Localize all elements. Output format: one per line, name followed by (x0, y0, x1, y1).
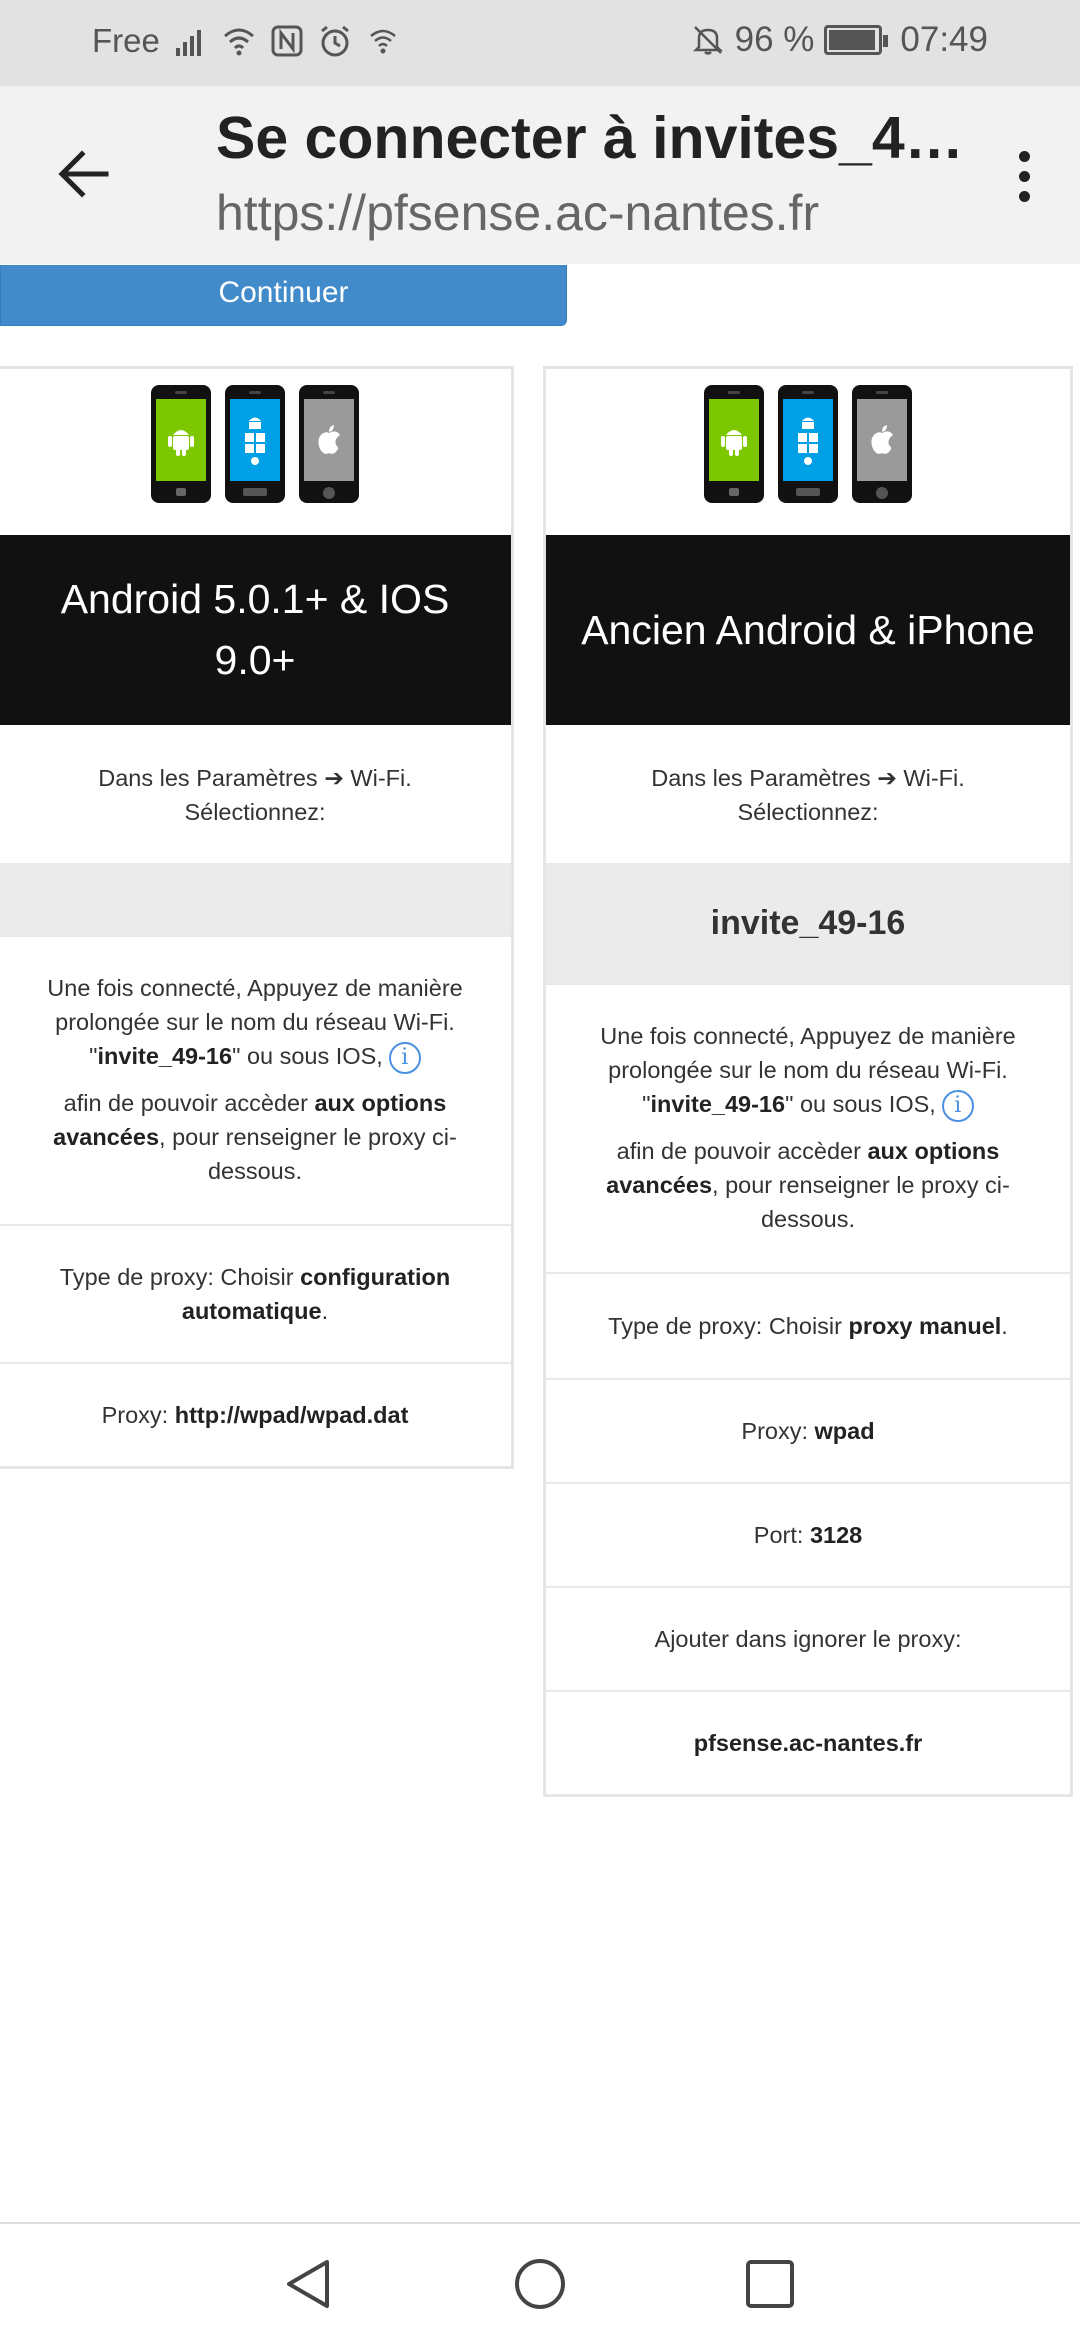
info-text: Une fois connecté, Appuyez de manière pr… (47, 975, 463, 1035)
ignore-value: pfsense.ac-nantes.fr (693, 1729, 923, 1756)
instructions-line2: Sélectionnez: (184, 799, 326, 825)
windows-phone-icon (778, 385, 838, 503)
network-name: invite_49-16 (546, 863, 1070, 983)
proxy-value: http://wpad/wpad.dat (174, 1401, 409, 1428)
instructions-line2: Sélectionnez: (737, 799, 879, 825)
device-icons (0, 369, 511, 535)
dot-icon (1018, 190, 1030, 202)
info-icon[interactable]: i (388, 1041, 421, 1074)
browser-toolbar: Se connecter à invites_4… https://pfsens… (0, 86, 1080, 264)
status-bar-left: Free (92, 22, 400, 60)
instructions-line1: Dans les Paramètres ➔ Wi-Fi. (651, 765, 965, 791)
port-label: Port: (753, 1521, 804, 1548)
card-title: Android 5.0.1+ & IOS 9.0+ (0, 535, 511, 725)
wifi-icon (222, 24, 256, 58)
proxy-type-end: . (321, 1297, 329, 1324)
proxy-label: Proxy: (741, 1417, 808, 1444)
status-bar: Free 96 % 07:49 (0, 0, 1080, 86)
continue-button[interactable]: Continuer (0, 265, 567, 326)
triangle-back-icon (287, 2260, 329, 2308)
carrier-label: Free (92, 22, 160, 59)
proxy-ignore: Ajouter dans ignorer le proxy: (546, 1585, 1070, 1690)
proxy-type: Type de proxy: Choisir configuration aut… (0, 1223, 511, 1362)
proxy-type-value: proxy manuel (848, 1312, 1002, 1339)
windows-phone-icon (225, 385, 285, 503)
proxy-value: wpad (814, 1417, 875, 1444)
back-button[interactable] (48, 138, 120, 210)
bell-off-icon (691, 23, 725, 57)
proxy-address: Proxy: wpad (546, 1377, 1070, 1482)
proxy-type-end: . (1001, 1312, 1008, 1339)
proxy-type-label: Type de proxy: Choisir (59, 1263, 301, 1290)
battery-percent: 96 % (734, 20, 815, 59)
alarm-icon (318, 24, 352, 58)
android-phone-icon (704, 385, 764, 503)
info-text-2-end: , pour renseigner le proxy ci-dessous. (159, 1123, 457, 1184)
card-title: Ancien Android & iPhone (546, 535, 1070, 725)
overflow-menu-button[interactable] (994, 136, 1054, 216)
android-phone-icon (151, 385, 211, 503)
wifi-instructions: Dans les Paramètres ➔ Wi-Fi. Sélectionne… (546, 725, 1070, 863)
card-legacy-devices: Ancien Android & iPhone Dans les Paramèt… (543, 366, 1073, 1797)
signal-icon (174, 24, 208, 58)
quote: " (89, 1043, 98, 1069)
nfc-icon (270, 24, 304, 58)
info-text-2: afin de pouvoir accèder (63, 1089, 315, 1116)
info-text-2-end: , pour renseigner le proxy ci-dessous. (712, 1171, 1010, 1232)
info-text-ios: " ou sous IOS, (785, 1091, 936, 1117)
clock: 07:49 (900, 20, 988, 59)
card-modern-devices: Android 5.0.1+ & IOS 9.0+ Dans les Param… (0, 366, 514, 1469)
dot-icon (1018, 170, 1030, 182)
dot-icon (1018, 150, 1030, 162)
proxy-port: Port: 3128 (546, 1481, 1070, 1586)
apple-phone-icon (852, 385, 912, 503)
status-bar-right: 96 % 07:49 (691, 20, 988, 60)
port-value: 3128 (809, 1521, 863, 1548)
battery-icon (824, 25, 889, 55)
ignore-label: Ajouter dans ignorer le proxy: (654, 1625, 962, 1652)
connection-info: Une fois connecté, Appuyez de manière pr… (0, 935, 511, 1224)
circle-home-icon (515, 2259, 565, 2309)
network-ref: invite_49-16 (650, 1091, 786, 1117)
proxy-label: Proxy: (101, 1401, 169, 1428)
proxy-address: Proxy: http://wpad/wpad.dat (0, 1361, 511, 1466)
device-icons (546, 369, 1070, 535)
wifi-instructions: Dans les Paramètres ➔ Wi-Fi. Sélectionne… (0, 725, 511, 863)
nav-recents-button[interactable] (742, 2256, 798, 2312)
nav-home-button[interactable] (512, 2256, 568, 2312)
proxy-ignore-value-row: pfsense.ac-nantes.fr (546, 1689, 1070, 1794)
system-nav-bar (0, 2222, 1080, 2340)
page-title: Se connecter à invites_4… (216, 105, 964, 171)
square-recents-icon (746, 2260, 794, 2308)
info-text: Une fois connecté, Appuyez de manière pr… (600, 1023, 1016, 1083)
network-ref: invite_49-16 (97, 1043, 233, 1069)
page-url: https://pfsense.ac-nantes.fr (216, 185, 820, 241)
battery-fill (829, 30, 876, 50)
info-icon[interactable]: i (941, 1089, 974, 1122)
proxy-type-label: Type de proxy: Choisir (608, 1312, 842, 1339)
connection-info: Une fois connecté, Appuyez de manière pr… (546, 983, 1070, 1272)
hotspot-icon (366, 24, 400, 58)
nav-back-button[interactable] (281, 2256, 337, 2312)
proxy-type: Type de proxy: Choisir proxy manuel. (546, 1271, 1070, 1378)
instructions-line1: Dans les Paramètres ➔ Wi-Fi. (98, 765, 412, 791)
network-name (0, 863, 511, 935)
info-text-2: afin de pouvoir accèder (616, 1137, 868, 1164)
arrow-left-icon (58, 150, 109, 198)
apple-phone-icon (299, 385, 359, 503)
quote: " (642, 1091, 651, 1117)
info-text-ios: " ou sous IOS, (232, 1043, 383, 1069)
